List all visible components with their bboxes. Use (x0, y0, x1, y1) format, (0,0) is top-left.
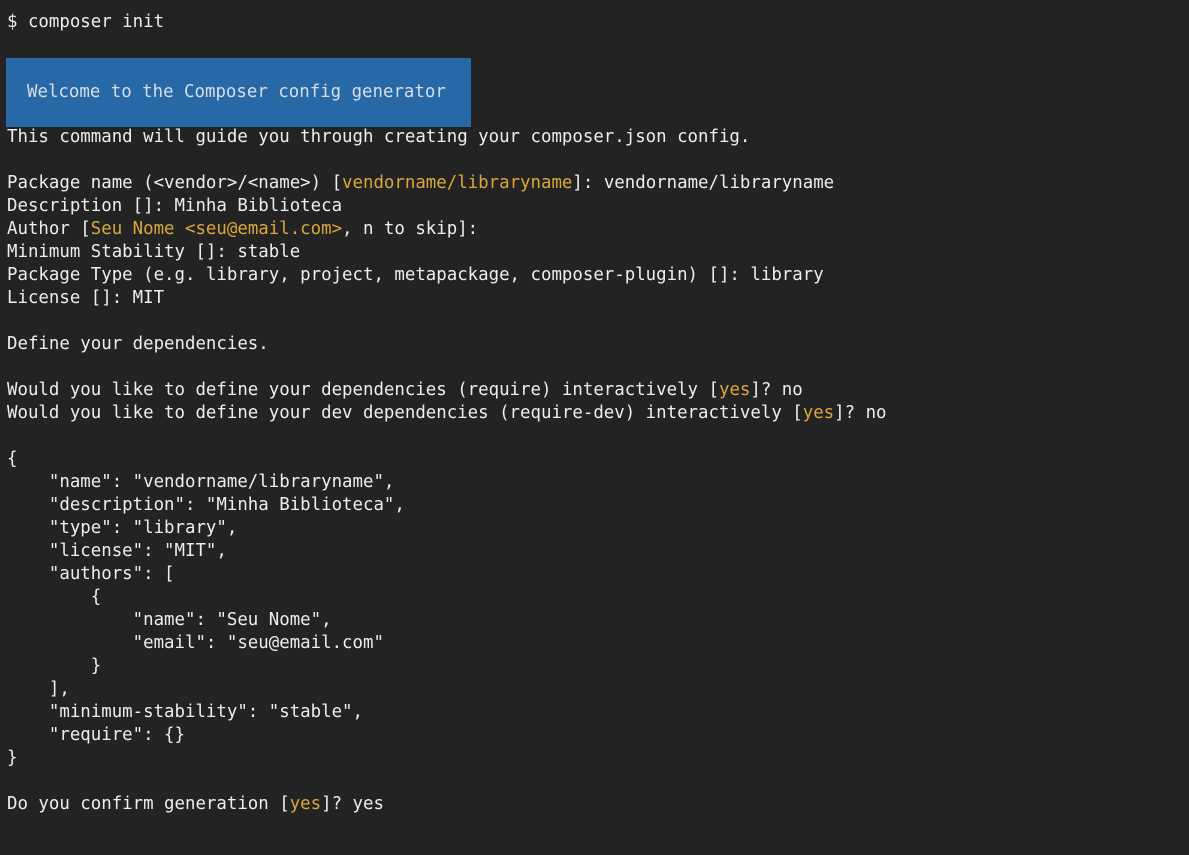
require-dev-prompt: Would you like to define your dev depend… (7, 403, 803, 423)
json-line: ], (7, 679, 70, 699)
require-dev-suffix: ]? no (834, 403, 887, 423)
confirm-default: yes (289, 794, 322, 814)
json-line: "name": "Seu Nome", (7, 610, 332, 630)
json-line: "authors": [ (7, 564, 175, 584)
json-line: "license": "MIT", (7, 541, 227, 561)
prompt-command-line: $ composer init (7, 12, 165, 32)
json-line: "name": "vendorname/libraryname", (7, 472, 395, 492)
json-line: "description": "Minha Biblioteca", (7, 495, 405, 515)
banner-container: Welcome to the Composer config generator (6, 34, 1189, 127)
confirm-suffix: ]? yes (321, 794, 384, 814)
confirm-line: Do you confirm generation [yes]? yes (7, 793, 1189, 816)
author-prompt: Author [ (7, 219, 91, 239)
intro-line: This command will guide you through crea… (7, 127, 751, 147)
package-name-answer: vendorname/libraryname (603, 173, 835, 193)
json-line: { (7, 587, 102, 607)
require-question-line: Would you like to define your dependenci… (7, 379, 1189, 402)
json-line: } (7, 748, 18, 768)
require-default: yes (718, 380, 751, 400)
json-preview: { "name": "vendorname/libraryname", "des… (7, 448, 1189, 770)
author-suffix: , n to skip]: (342, 219, 479, 239)
json-line: "require": {} (7, 725, 185, 745)
json-line: "type": "library", (7, 518, 238, 538)
json-line: { (7, 449, 18, 469)
package-name-line: Package name (<vendor>/<name>) [vendorna… (7, 172, 1189, 195)
license-line: License []: MIT (7, 288, 165, 308)
require-dev-default: yes (802, 403, 835, 423)
json-line: "minimum-stability": "stable", (7, 702, 363, 722)
description-line: Description []: Minha Biblioteca (7, 196, 343, 216)
require-dev-question-line: Would you like to define your dev depend… (7, 402, 1189, 425)
require-prompt: Would you like to define your dependenci… (7, 380, 719, 400)
package-name-prompt: Package name (<vendor>/<name>) [ (7, 173, 343, 193)
confirm-prompt: Do you confirm generation [ (7, 794, 290, 814)
json-line: } (7, 656, 102, 676)
package-type-line: Package Type (e.g. library, project, met… (7, 265, 824, 285)
terminal-output: $ composer init Welcome to the Composer … (6, 11, 1189, 816)
require-suffix: ]? no (750, 380, 803, 400)
welcome-banner: Welcome to the Composer config generator (6, 58, 471, 127)
json-line: "email": "seu@email.com" (7, 633, 384, 653)
min-stability-line: Minimum Stability []: stable (7, 242, 301, 262)
package-name-default: vendorname/libraryname (342, 173, 573, 193)
package-name-suffix: ]: (572, 173, 604, 193)
author-default: Seu Nome <seu@email.com> (90, 219, 343, 239)
define-deps-line: Define your dependencies. (7, 334, 269, 354)
author-line: Author [Seu Nome <seu@email.com>, n to s… (7, 218, 1189, 241)
